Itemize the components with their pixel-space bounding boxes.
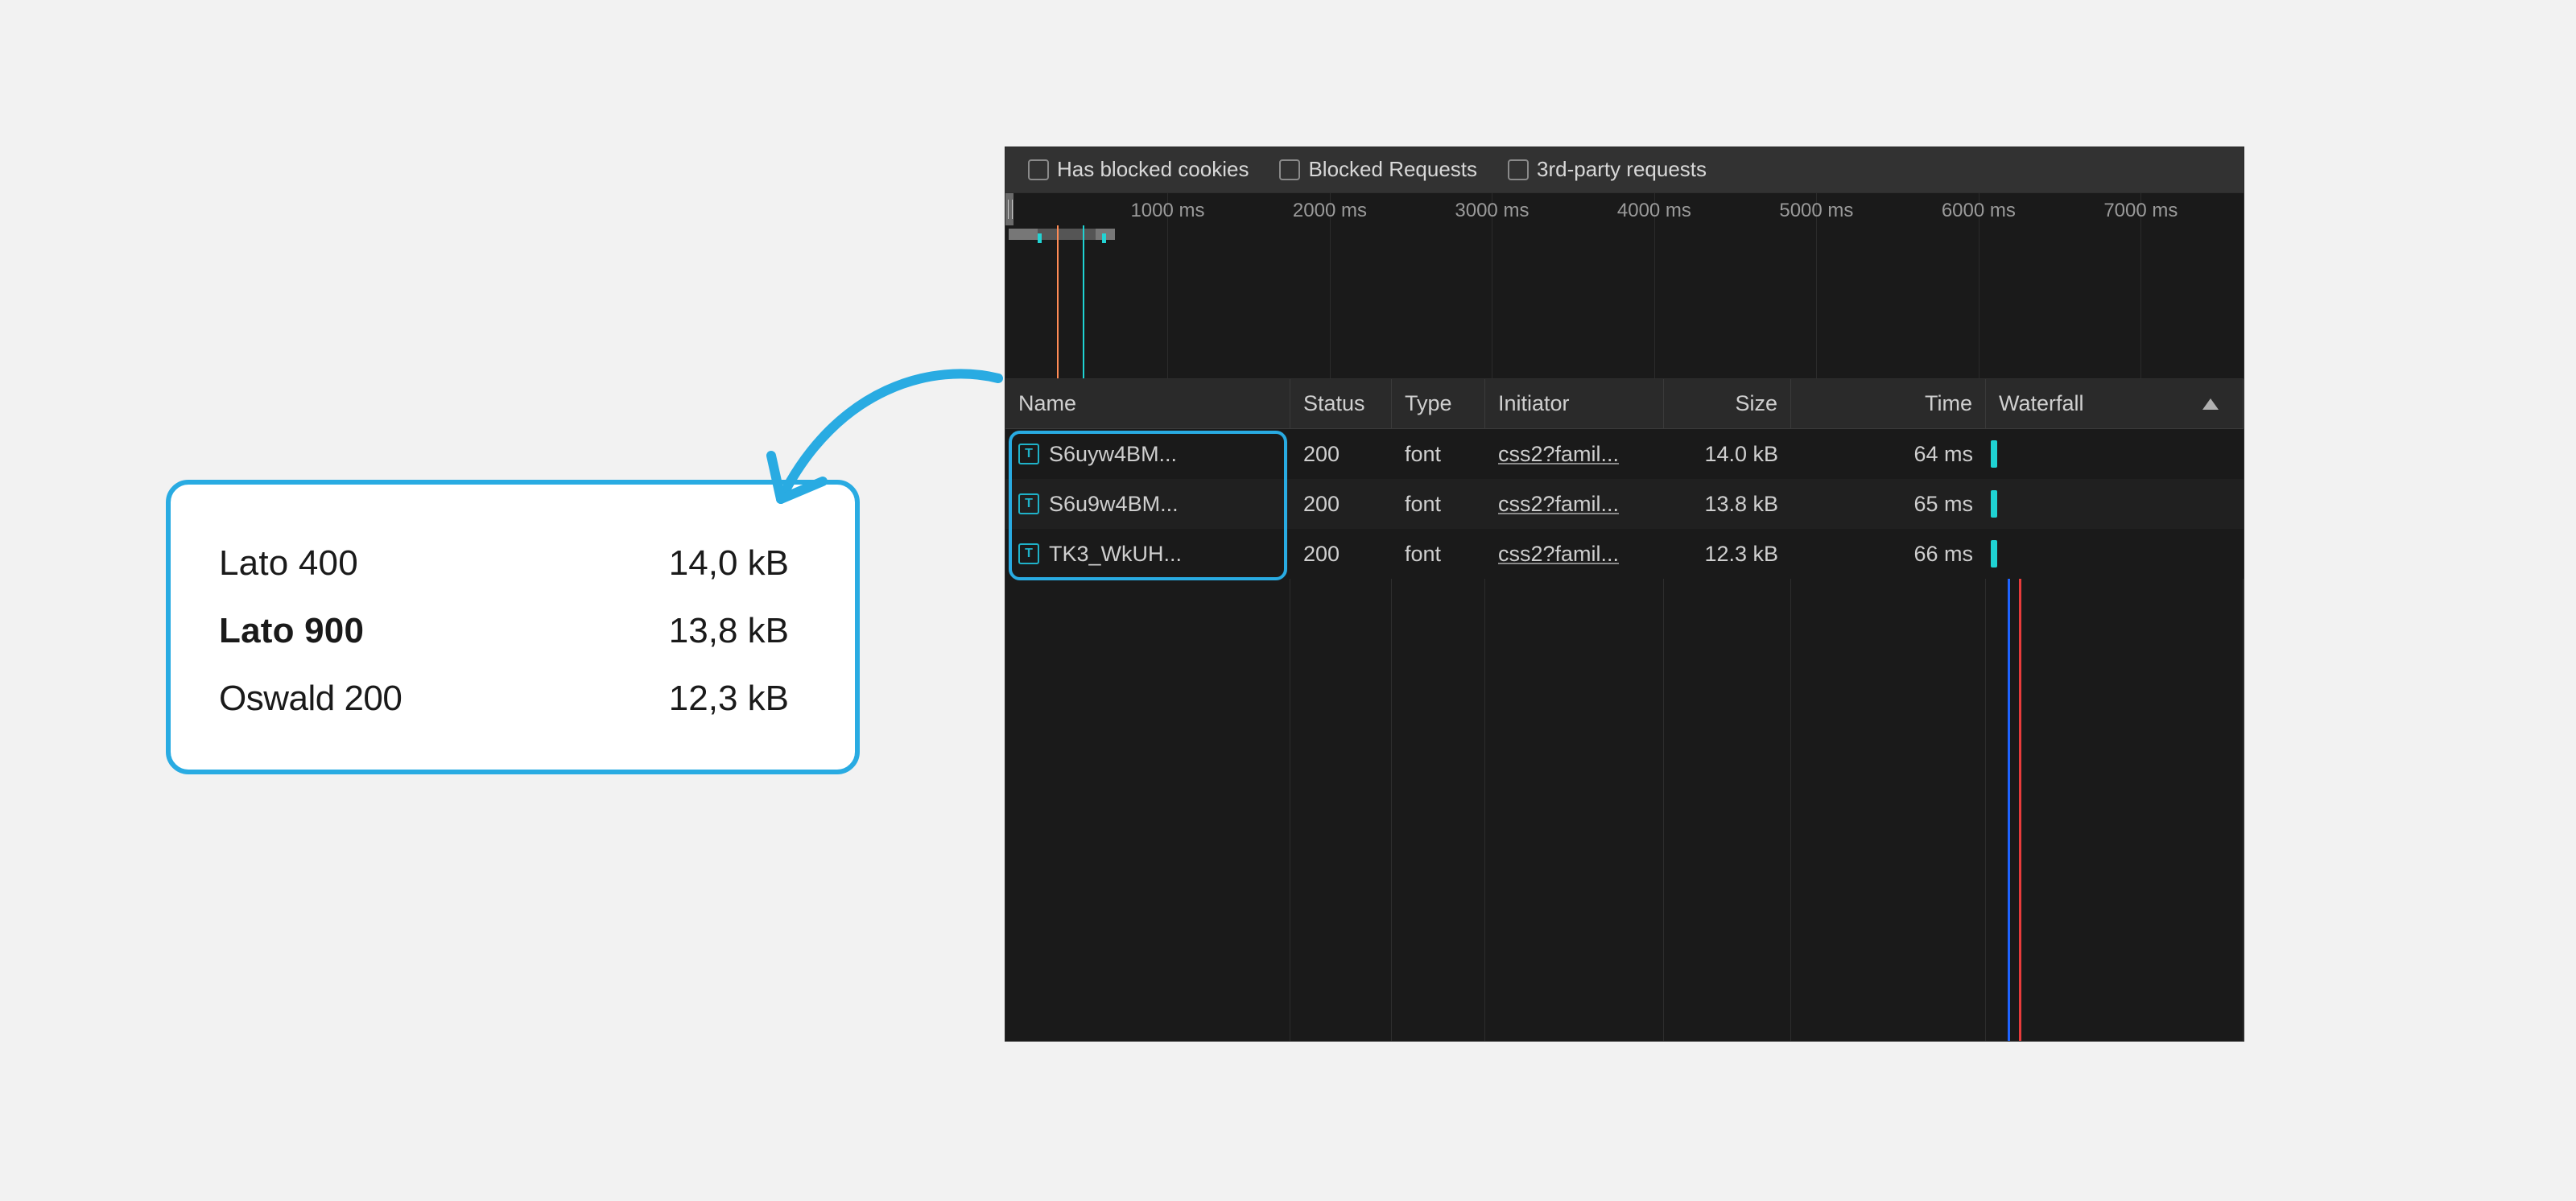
- request-size: 13.8 kB: [1664, 479, 1791, 529]
- tick-label: 3000 ms: [1455, 200, 1529, 223]
- sort-ascending-icon: [2202, 398, 2219, 410]
- request-status: 200: [1290, 429, 1392, 479]
- request-status: 200: [1290, 529, 1392, 579]
- domcontentloaded-marker: [1057, 225, 1059, 378]
- filter-blocked-cookies[interactable]: Has blocked cookies: [1020, 157, 1257, 182]
- font-summary-card: Lato 400 14,0 kB Lato 900 13,8 kB Oswald…: [166, 480, 860, 774]
- request-initiator-link[interactable]: css2?famil...: [1498, 491, 1619, 517]
- request-time: 64 ms: [1791, 429, 1986, 479]
- request-initiator-link[interactable]: css2?famil...: [1498, 541, 1619, 567]
- request-name: S6uyw4BM...: [1049, 441, 1177, 467]
- request-initiator-link[interactable]: css2?famil...: [1498, 441, 1619, 467]
- col-header-name[interactable]: Name: [1005, 379, 1290, 428]
- font-name-label: Oswald 200: [219, 665, 402, 733]
- checkbox-icon[interactable]: [1508, 159, 1529, 180]
- tick-label: 7000 ms: [2103, 200, 2178, 223]
- col-header-type[interactable]: Type: [1392, 379, 1485, 428]
- col-header-waterfall[interactable]: Waterfall: [1986, 379, 2244, 428]
- waterfall-bar-icon: [1991, 490, 1997, 518]
- overview-ticks: 1000 ms 2000 ms 3000 ms 4000 ms 5000 ms …: [1005, 193, 2244, 225]
- font-row: Oswald 200 12,3 kB: [219, 665, 789, 733]
- tick-label: 6000 ms: [1942, 200, 2016, 223]
- font-size-label: 12,3 kB: [669, 665, 789, 733]
- font-file-icon: T: [1018, 444, 1039, 464]
- col-header-time[interactable]: Time: [1791, 379, 1986, 428]
- devtools-network-panel: Has blocked cookies Blocked Requests 3rd…: [1005, 147, 2244, 1042]
- font-file-icon: T: [1018, 543, 1039, 564]
- waterfall-bar-icon: [1991, 540, 1997, 567]
- filter-label: Has blocked cookies: [1057, 157, 1249, 182]
- waterfall-bar-icon: [1991, 440, 1997, 468]
- checkbox-icon[interactable]: [1279, 159, 1300, 180]
- load-marker: [1083, 225, 1084, 378]
- filter-label: 3rd-party requests: [1537, 157, 1707, 182]
- font-file-icon: T: [1018, 493, 1039, 514]
- request-waterfall[interactable]: [1986, 529, 2244, 579]
- filter-blocked-requests[interactable]: Blocked Requests: [1271, 157, 1485, 182]
- request-type: font: [1392, 479, 1485, 529]
- request-time: 65 ms: [1791, 479, 1986, 529]
- network-filter-bar: Has blocked cookies Blocked Requests 3rd…: [1005, 147, 2244, 192]
- font-name-label: Lato 400: [219, 530, 358, 597]
- tick-label: 1000 ms: [1130, 200, 1204, 223]
- col-header-initiator[interactable]: Initiator: [1485, 379, 1664, 428]
- col-header-status[interactable]: Status: [1290, 379, 1392, 428]
- col-header-size[interactable]: Size: [1664, 379, 1791, 428]
- network-table-body: T S6uyw4BM... 200 font css2?famil... 14.…: [1005, 429, 2244, 1041]
- filter-third-party[interactable]: 3rd-party requests: [1500, 157, 1715, 182]
- tick-label: 4000 ms: [1617, 200, 1691, 223]
- table-row[interactable]: T S6uyw4BM... 200 font css2?famil... 14.…: [1005, 429, 2244, 479]
- annotation-arrow-icon: [757, 354, 1014, 531]
- timeline-overview[interactable]: 1000 ms 2000 ms 3000 ms 4000 ms 5000 ms …: [1005, 192, 2244, 379]
- col-header-label: Waterfall: [1999, 390, 2084, 416]
- tick-label: 5000 ms: [1779, 200, 1853, 223]
- table-row[interactable]: T TK3_WkUH... 200 font css2?famil... 12.…: [1005, 529, 2244, 579]
- table-row[interactable]: T S6u9w4BM... 200 font css2?famil... 13.…: [1005, 479, 2244, 529]
- font-size-label: 14,0 kB: [669, 530, 789, 597]
- request-type: font: [1392, 429, 1485, 479]
- request-name: TK3_WkUH...: [1049, 541, 1182, 567]
- request-size: 12.3 kB: [1664, 529, 1791, 579]
- font-row: Lato 900 13,8 kB: [219, 597, 789, 665]
- network-table-header: Name Status Type Initiator Size Time Wat…: [1005, 379, 2244, 429]
- tick-label: 2000 ms: [1293, 200, 1367, 223]
- request-size: 14.0 kB: [1664, 429, 1791, 479]
- font-name-label: Lato 900: [219, 597, 364, 665]
- request-status: 200: [1290, 479, 1392, 529]
- request-waterfall[interactable]: [1986, 479, 2244, 529]
- font-row: Lato 400 14,0 kB: [219, 530, 789, 597]
- request-time: 66 ms: [1791, 529, 1986, 579]
- font-size-label: 13,8 kB: [669, 597, 789, 665]
- filter-label: Blocked Requests: [1308, 157, 1477, 182]
- request-type: font: [1392, 529, 1485, 579]
- checkbox-icon[interactable]: [1028, 159, 1049, 180]
- request-waterfall[interactable]: [1986, 429, 2244, 479]
- request-name: S6u9w4BM...: [1049, 491, 1179, 517]
